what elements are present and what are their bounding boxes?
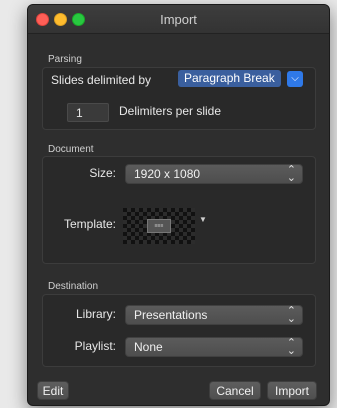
- size-popup[interactable]: 1920 x 1080 ⌃ ⌄: [125, 164, 303, 184]
- parsing-section-label: Parsing: [48, 54, 82, 65]
- window-title: Import: [160, 12, 197, 27]
- title-bar: Import: [28, 5, 329, 34]
- playlist-popup[interactable]: None ⌃ ⌄: [125, 337, 303, 357]
- delimiters-per-slide-field[interactable]: 1: [67, 103, 109, 122]
- caret-down-icon[interactable]: ▼: [199, 215, 207, 224]
- edit-button[interactable]: Edit: [37, 381, 69, 400]
- playlist-popup-value: None: [134, 340, 163, 354]
- destination-section-label: Destination: [48, 281, 99, 292]
- import-dialog: Import Parsing Slides delimited by Parag…: [27, 4, 330, 406]
- library-popup[interactable]: Presentations ⌃ ⌄: [125, 305, 303, 325]
- up-down-chevron-icon: ⌃ ⌄: [286, 305, 296, 325]
- document-section-label: Document: [48, 144, 94, 155]
- template-preview-icon: ≡≡≡: [147, 219, 171, 233]
- up-down-chevron-icon: ⌃ ⌄: [286, 164, 296, 184]
- delimiters-per-slide-label: Delimiters per slide: [119, 104, 222, 118]
- library-popup-value: Presentations: [134, 308, 208, 322]
- size-label: Size:: [89, 166, 116, 180]
- delimiter-select-value: Paragraph Break: [178, 70, 281, 87]
- playlist-label: Playlist:: [74, 339, 116, 353]
- library-label: Library:: [75, 307, 116, 321]
- delimiter-select[interactable]: Paragraph Break ⌵: [175, 69, 303, 89]
- template-thumbnail[interactable]: ≡≡≡: [123, 208, 195, 244]
- template-label: Template:: [63, 217, 116, 231]
- chevron-down-icon: ⌵: [287, 71, 303, 87]
- cancel-button[interactable]: Cancel: [209, 381, 261, 400]
- size-popup-value: 1920 x 1080: [134, 167, 201, 181]
- up-down-chevron-icon: ⌃ ⌄: [286, 337, 296, 357]
- import-button[interactable]: Import: [267, 381, 317, 400]
- slides-delimited-label: Slides delimited by: [51, 73, 152, 87]
